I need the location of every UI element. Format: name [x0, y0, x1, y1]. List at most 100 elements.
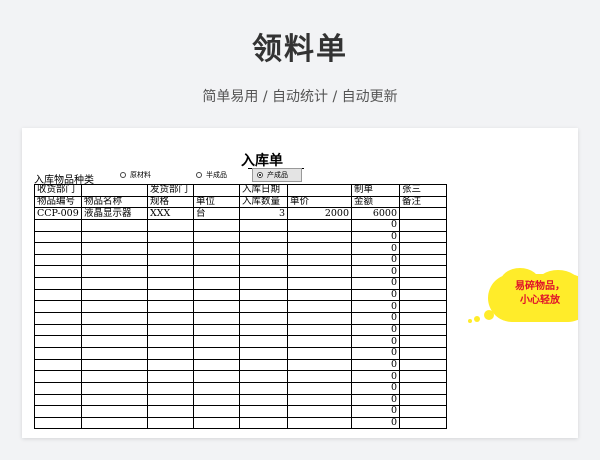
table-cell[interactable] — [239, 277, 288, 290]
table-cell[interactable] — [147, 323, 194, 337]
table-cell[interactable] — [147, 393, 194, 407]
table-cell[interactable] — [287, 381, 352, 395]
table-cell[interactable] — [34, 230, 82, 244]
table-cell[interactable]: 备注 — [399, 195, 447, 209]
table-cell[interactable]: 0 — [351, 218, 400, 232]
table-cell[interactable] — [287, 393, 352, 407]
table-cell[interactable]: 0 — [351, 265, 400, 279]
table-cell[interactable] — [193, 405, 240, 418]
table-cell[interactable] — [399, 381, 447, 395]
table-cell[interactable] — [287, 218, 352, 232]
table-cell[interactable] — [81, 253, 148, 267]
table-cell[interactable] — [81, 300, 148, 314]
table-cell[interactable] — [193, 300, 240, 314]
table-cell[interactable] — [287, 416, 352, 430]
table-cell[interactable] — [81, 358, 148, 372]
table-cell[interactable] — [193, 370, 240, 383]
table-cell[interactable] — [147, 265, 194, 279]
table-cell[interactable] — [81, 265, 148, 279]
table-cell[interactable] — [193, 184, 240, 197]
table-cell[interactable] — [287, 405, 352, 418]
table-cell[interactable]: 收货部门 — [34, 184, 82, 197]
table-cell[interactable]: 规格 — [147, 195, 194, 209]
table-cell[interactable] — [239, 335, 288, 348]
table-cell[interactable] — [239, 393, 288, 407]
table-cell[interactable]: 台 — [193, 207, 240, 220]
table-cell[interactable] — [81, 416, 148, 430]
table-cell[interactable] — [34, 265, 82, 279]
table-cell[interactable]: 单位 — [193, 195, 240, 209]
table-cell[interactable] — [147, 346, 194, 360]
table-cell[interactable] — [399, 218, 447, 232]
table-cell[interactable] — [239, 323, 288, 337]
table-cell[interactable] — [399, 207, 447, 220]
table-cell[interactable] — [147, 288, 194, 302]
table-cell[interactable] — [193, 393, 240, 407]
table-cell[interactable] — [399, 253, 447, 267]
table-cell[interactable]: 0 — [351, 323, 400, 337]
table-cell[interactable]: 0 — [351, 253, 400, 267]
table-cell[interactable] — [239, 230, 288, 244]
table-cell[interactable] — [287, 370, 352, 383]
table-cell[interactable] — [34, 405, 82, 418]
table-cell[interactable] — [81, 346, 148, 360]
table-cell[interactable] — [34, 370, 82, 383]
table-cell[interactable]: 张三 — [399, 184, 447, 197]
table-cell[interactable] — [34, 277, 82, 290]
table-cell[interactable]: 入库数量 — [239, 195, 288, 209]
table-cell[interactable] — [147, 253, 194, 267]
table-cell[interactable] — [239, 381, 288, 395]
table-cell[interactable] — [399, 230, 447, 244]
table-cell[interactable] — [147, 405, 194, 418]
table-cell[interactable] — [34, 381, 82, 395]
table-cell[interactable] — [34, 393, 82, 407]
table-cell[interactable]: 0 — [351, 288, 400, 302]
table-cell[interactable] — [239, 288, 288, 302]
table-cell[interactable] — [399, 335, 447, 348]
table-cell[interactable]: 物品编号 — [34, 195, 82, 209]
table-cell[interactable] — [399, 405, 447, 418]
table-cell[interactable]: 0 — [351, 312, 400, 325]
table-cell[interactable] — [193, 416, 240, 430]
table-cell[interactable] — [287, 253, 352, 267]
table-cell[interactable] — [287, 277, 352, 290]
table-cell[interactable] — [34, 335, 82, 348]
table-cell[interactable] — [34, 358, 82, 372]
table-cell[interactable] — [147, 218, 194, 232]
table-cell[interactable] — [81, 242, 148, 255]
table-cell[interactable] — [399, 312, 447, 325]
table-cell[interactable] — [239, 416, 288, 430]
table-cell[interactable] — [239, 218, 288, 232]
radio-finished-product[interactable]: 产成品 — [252, 168, 302, 182]
table-cell[interactable] — [399, 416, 447, 430]
table-cell[interactable]: 0 — [351, 416, 400, 430]
table-cell[interactable] — [239, 300, 288, 314]
table-cell[interactable] — [81, 230, 148, 244]
table-cell[interactable] — [239, 358, 288, 372]
table-cell[interactable] — [287, 184, 352, 197]
table-cell[interactable]: 0 — [351, 358, 400, 372]
table-cell[interactable] — [287, 335, 352, 348]
table-cell[interactable] — [81, 393, 148, 407]
table-cell[interactable] — [34, 323, 82, 337]
table-cell[interactable] — [147, 230, 194, 244]
table-cell[interactable] — [287, 358, 352, 372]
table-cell[interactable] — [81, 288, 148, 302]
table-cell[interactable] — [287, 323, 352, 337]
table-cell[interactable] — [34, 346, 82, 360]
table-cell[interactable] — [399, 242, 447, 255]
table-cell[interactable] — [34, 288, 82, 302]
table-cell[interactable] — [193, 277, 240, 290]
table-cell[interactable] — [239, 370, 288, 383]
table-cell[interactable]: 制单 — [351, 184, 400, 197]
table-cell[interactable] — [399, 288, 447, 302]
table-cell[interactable] — [193, 230, 240, 244]
table-cell[interactable]: XXX — [147, 207, 194, 220]
table-cell[interactable] — [399, 346, 447, 360]
table-cell[interactable] — [147, 358, 194, 372]
table-cell[interactable]: 液晶显示器 — [81, 207, 148, 220]
table-cell[interactable] — [81, 184, 148, 197]
table-cell[interactable] — [287, 346, 352, 360]
table-cell[interactable]: 物品名称 — [81, 195, 148, 209]
table-cell[interactable]: CCP-009 — [34, 207, 82, 220]
